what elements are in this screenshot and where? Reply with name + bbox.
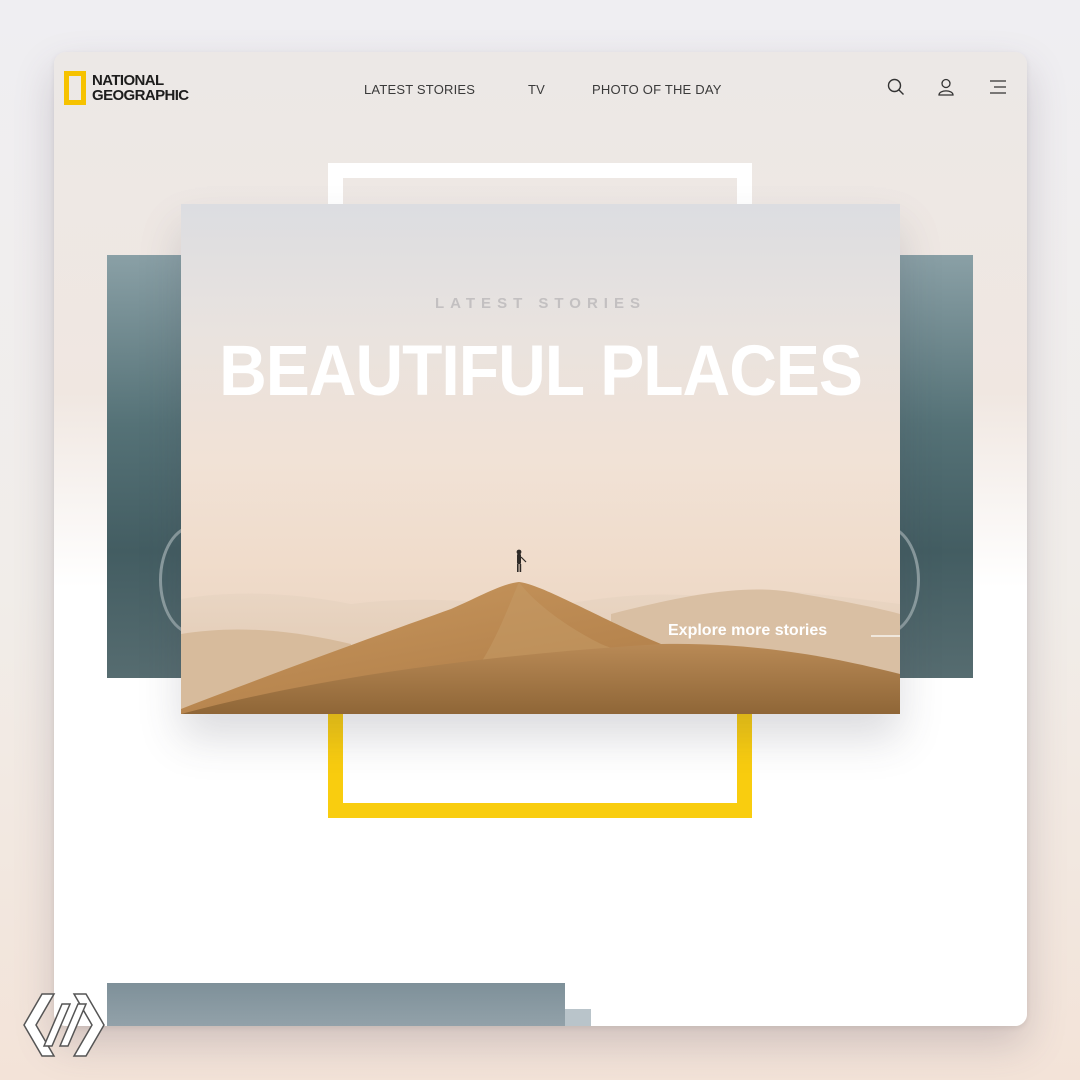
story-thumbnail[interactable] [107, 983, 565, 1026]
menu-icon[interactable] [985, 76, 1007, 98]
boat-shape [900, 525, 920, 635]
previous-slide[interactable] [107, 255, 183, 678]
boat-shape [159, 525, 183, 635]
explore-more-stories-link[interactable]: Explore more stories [668, 622, 827, 640]
page-card: NATIONAL GEOGRAPHIC LATEST STORIES TV PH… [54, 52, 1027, 1026]
header-icons [885, 76, 1007, 98]
arrow-right-icon[interactable] [871, 630, 900, 638]
hero-slide: LATEST STORIES BEAUTIFUL PLACES Explore … [181, 204, 900, 714]
main-nav: LATEST STORIES TV PHOTO OF THE DAY [54, 82, 1027, 102]
story-thumbnail-accent [565, 1009, 591, 1026]
search-icon[interactable] [885, 76, 907, 98]
watermark-logo [23, 993, 105, 1057]
nav-tv[interactable]: TV [528, 82, 545, 97]
user-icon[interactable] [935, 76, 957, 98]
hero-title: BEAUTIFUL PLACES [219, 330, 863, 410]
nav-photo-of-the-day[interactable]: PHOTO OF THE DAY [592, 82, 722, 97]
next-slide[interactable] [900, 255, 973, 678]
nav-latest-stories[interactable]: LATEST STORIES [364, 82, 475, 97]
hero-eyebrow: LATEST STORIES [435, 295, 646, 312]
